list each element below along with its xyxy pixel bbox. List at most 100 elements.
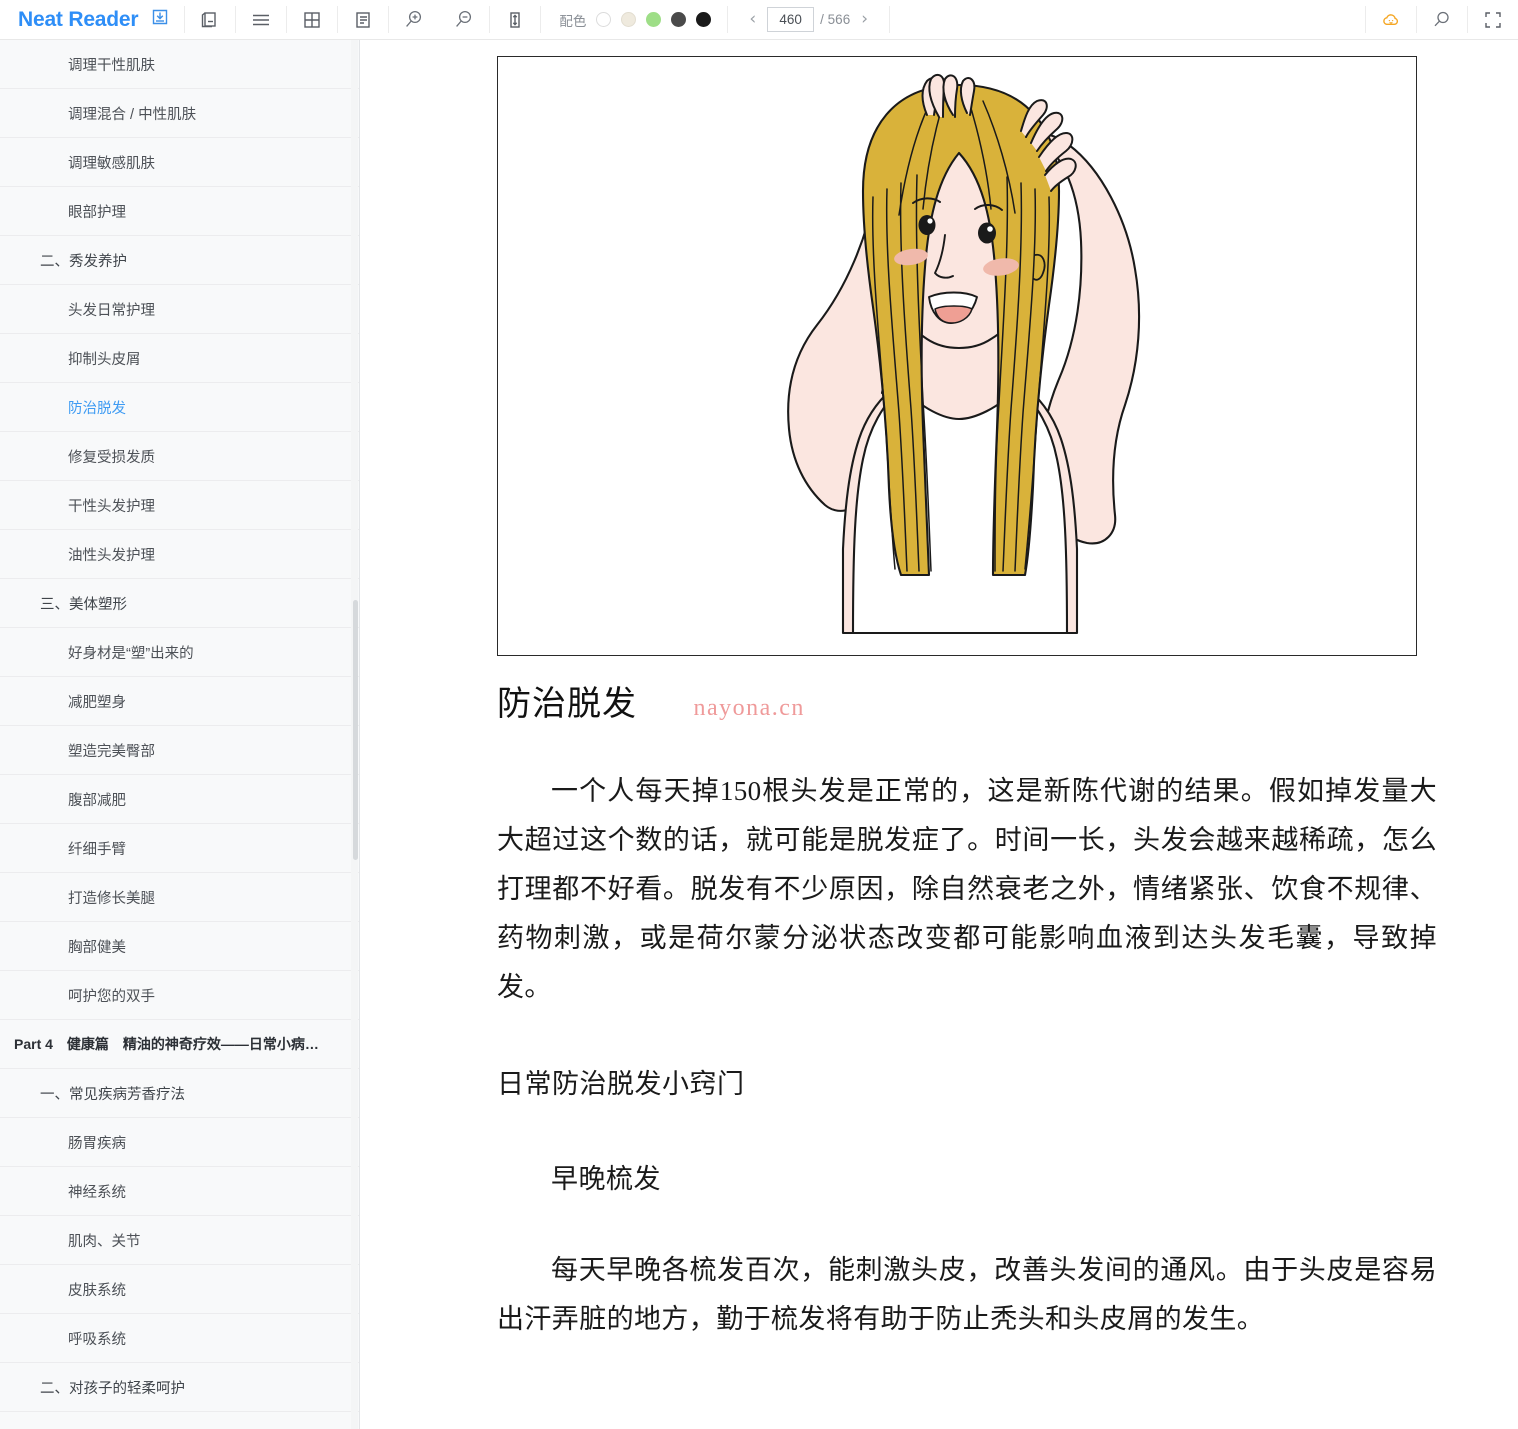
top-toolbar: Neat Reader 配色 ‹ 460 / 566 › xyxy=(0,0,1518,40)
toc-item-label: 神经系统 xyxy=(68,1184,126,1201)
toc-item-active[interactable]: 防治脱发 xyxy=(0,383,359,432)
heading-row: 防治脱发 nayona.cn xyxy=(497,676,1437,725)
swatch-black[interactable] xyxy=(696,12,712,27)
toc-item[interactable]: 二、秀发养护 xyxy=(0,236,359,285)
copy-pages-icon[interactable] xyxy=(185,0,235,39)
toc-item[interactable]: 腹部减肥 xyxy=(0,775,359,824)
total-pages-label: / 566 xyxy=(820,12,851,27)
grid-view-icon[interactable] xyxy=(287,0,337,39)
toc-item-label: 肠胃疾病 xyxy=(68,1135,126,1152)
page-text-body: 防治脱发 nayona.cn 一个人每天掉150根头发是正常的，这是新陈代谢的结… xyxy=(497,676,1437,1344)
save-library-icon[interactable] xyxy=(150,7,170,32)
paragraph-intro: 一个人每天掉150根头发是正常的，这是新陈代谢的结果。假如掉发量大大超过这个数的… xyxy=(497,776,1437,1002)
toc-list: 调理干性肌肤调理混合 / 中性肌肤 调理敏感肌肤 眼部护理二、秀发养护头发日常护理抑… xyxy=(0,40,359,1429)
search-icon[interactable] xyxy=(1417,0,1467,39)
toc-item[interactable]: 胸部健美 xyxy=(0,922,359,971)
toc-item[interactable]: Part 4 健康篇 精油的神奇疗效——日常小病… xyxy=(0,1020,359,1069)
toc-item-label: 抑制头皮屑 xyxy=(68,351,141,368)
toc-item[interactable]: 眼部护理 xyxy=(0,187,359,236)
list-view-icon[interactable] xyxy=(236,0,286,39)
toc-item[interactable]: 头发日常护理 xyxy=(0,285,359,334)
toc-item[interactable]: 呵护您的双手 xyxy=(0,971,359,1020)
toc-item[interactable]: 干性头发护理 xyxy=(0,481,359,530)
toc-item[interactable]: 三、美体塑形 xyxy=(0,579,359,628)
toc-item[interactable]: 好身材是“塑”出来的 xyxy=(0,628,359,677)
toc-item[interactable]: 一、常见疾病芳香疗法 xyxy=(0,1069,359,1118)
toc-item-label: 胸部健美 xyxy=(68,939,126,956)
toc-item-label: 防治脱发 xyxy=(68,400,126,417)
toc-item-label: 油性头发护理 xyxy=(68,547,155,564)
toc-item[interactable]: 调理干性肌肤 xyxy=(0,40,359,89)
toc-item[interactable]: 减肥塑身 xyxy=(0,677,359,726)
line-height-icon[interactable] xyxy=(490,0,540,39)
page-navigator: ‹ / 566 › xyxy=(728,0,889,39)
subheading-comb: 早晚梳发 xyxy=(551,1164,661,1194)
toc-item[interactable]: 呼吸系统 xyxy=(0,1314,359,1363)
toc-item-label: Part 4 健康篇 精油的神奇疗效——日常小病… xyxy=(14,1036,319,1052)
toc-item-label: 调理敏感肌肤 xyxy=(68,155,155,172)
palette-label: 配色 xyxy=(559,13,587,29)
toc-item[interactable]: 纤细手臂 xyxy=(0,824,359,873)
sidebar-scrollbar-thumb[interactable] xyxy=(352,600,358,860)
toc-item-label: 呵护您的双手 xyxy=(68,988,155,1005)
color-scheme-group: 配色 xyxy=(541,0,727,39)
toc-item-label: 一、常见疾病芳香疗法 xyxy=(40,1086,185,1103)
toc-item[interactable]: 打造修长美腿 xyxy=(0,873,359,922)
toc-item-label: 头发日常护理 xyxy=(68,302,155,319)
toc-item-label: 减肥塑身 xyxy=(68,694,126,711)
toc-item-label: 修复受损发质 xyxy=(68,449,155,466)
toc-item[interactable]: 肠胃疾病 xyxy=(0,1118,359,1167)
zoom-in-icon[interactable] xyxy=(389,0,439,39)
zoom-out-icon[interactable] xyxy=(439,0,489,39)
paragraph-comb-detail: 每天早晚各梳发百次，能刺激头皮，改善头发间的通风。由于头皮是容易出汗弄脏的地方，… xyxy=(497,1255,1437,1334)
swatch-cream[interactable] xyxy=(621,12,637,27)
next-page-button[interactable]: › xyxy=(856,11,873,28)
subheading-tips: 日常防治脱发小窍门 xyxy=(497,1069,745,1099)
reader-pane: 防治脱发 nayona.cn 一个人每天掉150根头发是正常的，这是新陈代谢的结… xyxy=(361,40,1518,1429)
toc-item[interactable]: 调理混合 / 中性肌肤 xyxy=(0,89,359,138)
toc-item-label: 纤细手臂 xyxy=(68,841,126,858)
toc-item[interactable]: 调理敏感肌肤 xyxy=(0,138,359,187)
toc-item[interactable]: 皮肤系统 xyxy=(0,1265,359,1314)
toc-item-label: 塑造完美臀部 xyxy=(68,743,155,760)
app-brand-name: Neat Reader xyxy=(18,7,139,31)
toc-item[interactable]: 神经系统 xyxy=(0,1167,359,1216)
toc-item[interactable]: 抑制头皮屑 xyxy=(0,334,359,383)
watermark-text: nayona.cn xyxy=(693,695,805,721)
notes-icon[interactable] xyxy=(338,0,388,39)
toc-item[interactable]: 塑造完美臀部 xyxy=(0,726,359,775)
swatch-dark-gray[interactable] xyxy=(671,12,687,27)
fullscreen-icon[interactable] xyxy=(1468,0,1518,39)
toc-item-label: 调理干性肌肤 xyxy=(68,57,155,74)
toc-item[interactable]: 油性头发护理 xyxy=(0,530,359,579)
toc-item[interactable]: 二、对孩子的轻柔呵护 xyxy=(0,1363,359,1412)
toc-item-label: 干性头发护理 xyxy=(68,498,155,515)
illustration-frame xyxy=(497,56,1417,656)
woman-scalp-massage-illustration xyxy=(787,73,1141,635)
cloud-sync-icon[interactable] xyxy=(1366,0,1416,39)
toc-item[interactable]: 新生儿（0～24个月） xyxy=(0,1412,359,1429)
prev-page-button[interactable]: ‹ xyxy=(744,11,761,28)
page-title: 防治脱发 xyxy=(497,686,637,723)
toc-item-label: 腹部减肥 xyxy=(68,792,126,809)
toc-item-label: 皮肤系统 xyxy=(68,1282,126,1299)
swatch-white[interactable] xyxy=(596,12,612,27)
swatch-green[interactable] xyxy=(646,12,662,27)
toc-item-label: 好身材是“塑”出来的 xyxy=(68,645,194,662)
toc-item-label: 肌肉、关节 xyxy=(68,1233,141,1250)
page-number-input[interactable] xyxy=(767,7,815,32)
toc-item[interactable]: 肌肉、关节 xyxy=(0,1216,359,1265)
toc-item-label: 眼部护理 xyxy=(68,204,126,221)
toc-item-label: 新生儿（0～24个月） xyxy=(68,1426,208,1429)
toc-item-label: 打造修长美腿 xyxy=(68,890,155,907)
toc-item-label: 二、对孩子的轻柔呵护 xyxy=(40,1380,185,1397)
toc-item[interactable]: 修复受损发质 xyxy=(0,432,359,481)
brand-area: Neat Reader xyxy=(0,0,184,39)
toc-sidebar[interactable]: 调理干性肌肤调理混合 / 中性肌肤 调理敏感肌肤 眼部护理二、秀发养护头发日常护理抑… xyxy=(0,40,360,1429)
toc-item-label: 调理混合 / 中性肌肤 xyxy=(68,106,197,123)
